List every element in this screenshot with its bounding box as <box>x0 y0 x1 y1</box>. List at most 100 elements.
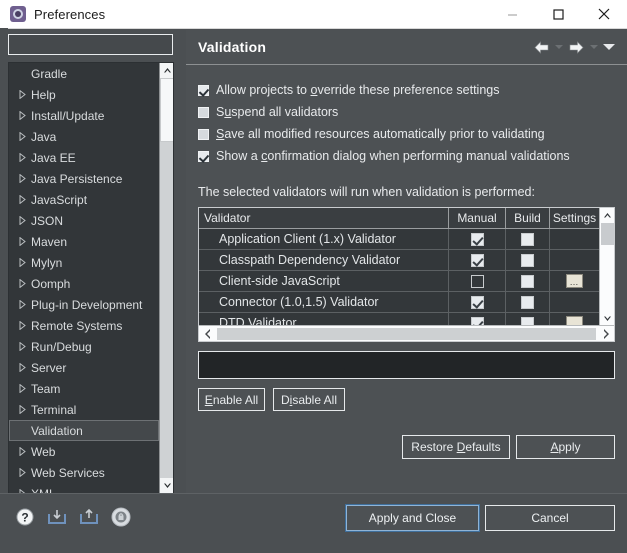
validators-table[interactable]: Validator Manual Build Settings Applicat… <box>198 207 615 342</box>
column-header-manual[interactable]: Manual <box>449 208 506 228</box>
expand-triangle-icon[interactable] <box>15 90 29 99</box>
import-icon[interactable] <box>46 506 68 528</box>
expand-triangle-icon[interactable] <box>15 468 29 477</box>
expand-triangle-icon[interactable] <box>15 405 29 414</box>
cancel-button[interactable]: Cancel <box>485 505 615 531</box>
expand-triangle-icon[interactable] <box>15 195 29 204</box>
sidebar-item-help[interactable]: Help <box>9 84 159 105</box>
column-header-settings[interactable]: Settings <box>550 208 599 228</box>
filter-input-wrapper[interactable] <box>8 34 173 55</box>
sidebar-item-java[interactable]: Java <box>9 126 159 147</box>
expand-triangle-icon[interactable] <box>15 237 29 246</box>
close-button[interactable] <box>581 0 627 28</box>
table-row[interactable]: Client-side JavaScript… <box>199 271 599 292</box>
table-row[interactable]: Application Client (1.x) Validator <box>199 229 599 250</box>
sidebar-item-team[interactable]: Team <box>9 378 159 399</box>
table-row[interactable]: Classpath Dependency Validator <box>199 250 599 271</box>
expand-triangle-icon[interactable] <box>15 447 29 456</box>
view-menu-chevron-icon[interactable] <box>601 36 617 58</box>
back-dropdown-chevron-icon[interactable] <box>553 36 564 58</box>
option-row-0[interactable]: Allow projects to override these prefere… <box>198 79 615 101</box>
expand-triangle-icon[interactable] <box>15 342 29 351</box>
expand-triangle-icon[interactable] <box>15 300 29 309</box>
table-scroll-up-icon[interactable] <box>600 208 614 223</box>
expand-triangle-icon[interactable] <box>15 321 29 330</box>
cell-settings[interactable] <box>550 292 599 312</box>
sidebar-item-mylyn[interactable]: Mylyn <box>9 252 159 273</box>
cell-build[interactable] <box>506 229 550 249</box>
cell-manual[interactable] <box>449 250 506 270</box>
export-icon[interactable] <box>78 506 100 528</box>
sidebar-item-maven[interactable]: Maven <box>9 231 159 252</box>
cell-build[interactable] <box>506 250 550 270</box>
expand-triangle-icon[interactable] <box>15 384 29 393</box>
build-checkbox[interactable] <box>521 232 534 246</box>
table-row[interactable]: Connector (1.0,1.5) Validator <box>199 292 599 313</box>
sidebar-item-install-update[interactable]: Install/Update <box>9 105 159 126</box>
table-scroll-left-icon[interactable] <box>199 326 216 341</box>
sidebar-item-terminal[interactable]: Terminal <box>9 399 159 420</box>
tree-scroll-thumb[interactable] <box>160 78 173 142</box>
cell-build[interactable] <box>506 271 550 291</box>
sidebar-item-gradle[interactable]: Gradle <box>9 63 159 84</box>
sidebar-item-web[interactable]: Web <box>9 441 159 462</box>
back-arrow-icon[interactable] <box>531 36 551 58</box>
table-vertical-scrollbar[interactable] <box>599 208 614 326</box>
manual-checkbox[interactable] <box>470 253 484 267</box>
expand-triangle-icon[interactable] <box>15 174 29 183</box>
manual-checkbox[interactable] <box>470 295 484 309</box>
settings-lock-icon[interactable] <box>110 506 132 528</box>
sidebar-item-validation[interactable]: Validation <box>9 420 159 441</box>
expand-triangle-icon[interactable] <box>15 216 29 225</box>
restore-defaults-button[interactable]: Restore Defaults <box>402 435 510 459</box>
option-row-1[interactable]: Suspend all validators <box>198 101 615 123</box>
cell-settings[interactable]: … <box>550 271 599 291</box>
table-scroll-right-icon[interactable] <box>597 326 614 341</box>
apply-button[interactable]: Apply <box>516 435 615 459</box>
minimize-button[interactable] <box>489 0 535 28</box>
sidebar-item-oomph[interactable]: Oomph <box>9 273 159 294</box>
cell-build[interactable] <box>506 292 550 312</box>
sidebar-item-remote-systems[interactable]: Remote Systems <box>9 315 159 336</box>
cell-manual[interactable] <box>449 229 506 249</box>
table-hscroll-thumb[interactable] <box>217 327 596 340</box>
option-row-3[interactable]: Show a confirmation dialog when performi… <box>198 145 615 167</box>
sidebar-item-java-persistence[interactable]: Java Persistence <box>9 168 159 189</box>
manual-checkbox[interactable] <box>470 232 484 246</box>
expand-triangle-icon[interactable] <box>15 363 29 372</box>
expand-triangle-icon[interactable] <box>15 258 29 267</box>
expand-triangle-icon[interactable] <box>15 111 29 120</box>
table-horizontal-scrollbar[interactable] <box>199 325 614 341</box>
checkbox-option-2[interactable] <box>198 128 209 140</box>
disable-all-button[interactable]: Disable All <box>273 388 345 411</box>
sidebar-item-plug-in-development[interactable]: Plug-in Development <box>9 294 159 315</box>
sidebar-item-web-services[interactable]: Web Services <box>9 462 159 483</box>
manual-checkbox[interactable] <box>470 274 484 288</box>
column-header-build[interactable]: Build <box>506 208 550 228</box>
forward-arrow-icon[interactable] <box>566 36 586 58</box>
table-scroll-thumb[interactable] <box>601 223 614 245</box>
cell-settings[interactable] <box>550 229 599 249</box>
cell-manual[interactable] <box>449 292 506 312</box>
sidebar-item-javascript[interactable]: JavaScript <box>9 189 159 210</box>
sidebar-item-java-ee[interactable]: Java EE <box>9 147 159 168</box>
help-icon[interactable]: ? <box>14 506 36 528</box>
build-checkbox[interactable] <box>521 274 534 288</box>
table-scroll-down-icon[interactable] <box>600 311 614 326</box>
checkbox-option-1[interactable] <box>198 106 209 118</box>
expand-triangle-icon[interactable] <box>15 132 29 141</box>
build-checkbox[interactable] <box>521 253 534 267</box>
option-row-2[interactable]: Save all modified resources automaticall… <box>198 123 615 145</box>
cell-manual[interactable] <box>449 271 506 291</box>
sidebar-item-server[interactable]: Server <box>9 357 159 378</box>
sidebar-item-run-debug[interactable]: Run/Debug <box>9 336 159 357</box>
expand-triangle-icon[interactable] <box>15 279 29 288</box>
apply-and-close-button[interactable]: Apply and Close <box>345 504 480 532</box>
settings-ellipsis-button[interactable]: … <box>566 274 583 288</box>
expand-triangle-icon[interactable] <box>15 153 29 162</box>
cell-settings[interactable] <box>550 250 599 270</box>
sidebar-item-json[interactable]: JSON <box>9 210 159 231</box>
scroll-down-icon[interactable] <box>160 478 173 493</box>
filter-input[interactable] <box>9 35 172 54</box>
build-checkbox[interactable] <box>521 295 534 309</box>
